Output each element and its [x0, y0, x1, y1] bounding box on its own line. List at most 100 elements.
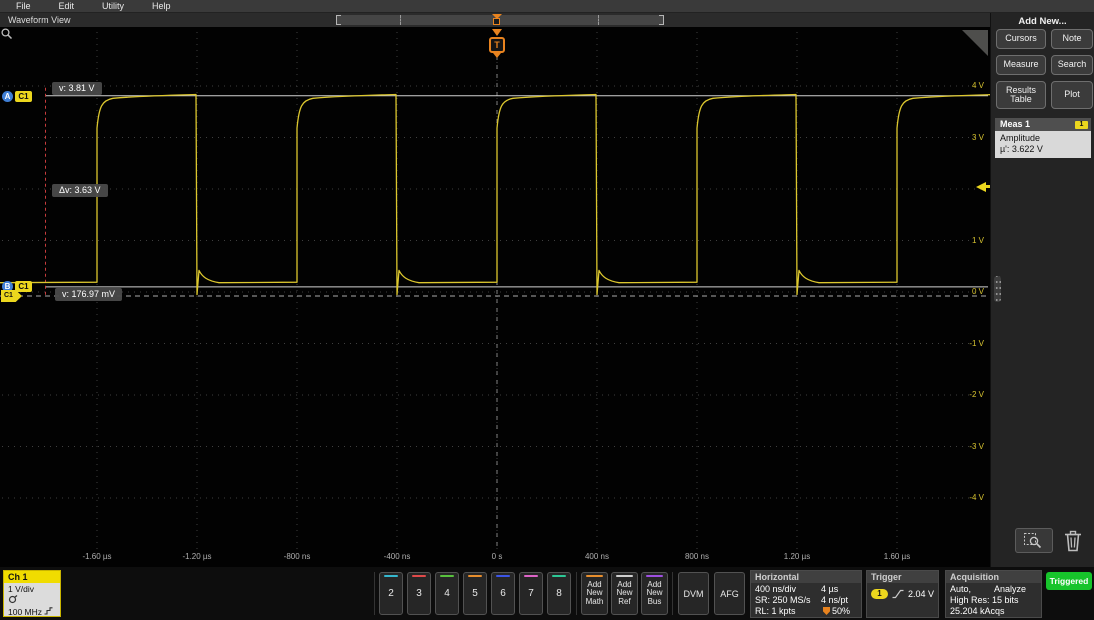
channel-2-button[interactable]: 2 [379, 572, 403, 615]
y-axis-label: -3 V [938, 442, 984, 451]
button-color-stripe [586, 575, 603, 577]
oscilloscope-app: File Edit Utility Help Waveform View T v: 3… [0, 0, 1094, 620]
channel-8-button[interactable]: 8 [547, 572, 571, 615]
meas1-badge[interactable]: Meas 1 1 Amplitude µ': 3.622 V [995, 118, 1091, 158]
ruler-tick-icon [400, 15, 401, 25]
button-color-stripe [646, 575, 663, 577]
horizontal-position: 50% [821, 606, 850, 617]
add-new-measure-button[interactable]: Measure [996, 55, 1046, 75]
bandwidth-limit-icon [44, 607, 53, 615]
acquisition-analyze: Analyze [994, 584, 1026, 595]
add-new-plot-button[interactable]: Plot [1051, 81, 1093, 109]
ruler-trigger-position-marker[interactable] [491, 14, 503, 26]
trigger-panel[interactable]: Trigger 1 2.04 V [866, 570, 939, 618]
add-new-math-button[interactable]: AddNewMath [581, 572, 608, 615]
trigger-title: Trigger [867, 571, 938, 583]
trigger-level: 2.04 V [908, 589, 934, 599]
acquisition-panel[interactable]: Acquisition Auto, Analyze High Res: 15 b… [945, 570, 1042, 618]
panel-resize-handle[interactable] [994, 276, 1001, 302]
channel-7-button[interactable]: 7 [519, 572, 543, 615]
meas1-body: Amplitude µ': 3.622 V [995, 131, 1091, 158]
magnifier-icon [0, 27, 13, 40]
meas1-value: µ': 3.622 V [1000, 144, 1086, 155]
meas1-measurement: Amplitude [1000, 133, 1086, 144]
x-axis-label: 800 ns [667, 552, 727, 561]
horizontal-title: Horizontal [751, 571, 861, 583]
probe-icon [8, 595, 18, 604]
meas1-source-badge: 1 [1075, 121, 1088, 129]
box-zoom-icon [1023, 532, 1045, 549]
trigger-body: 1 2.04 V [867, 589, 938, 599]
trigger-flag-tail-icon [493, 53, 501, 58]
channel1-scale: 1 V/div [8, 584, 60, 595]
waveform-display[interactable]: T v: 3.81 V Δv: 3.63 V v: 176.97 mV A C1… [0, 27, 990, 567]
acquisition-mode: Auto, [950, 584, 971, 594]
button-color-stripe [616, 575, 633, 577]
meas1-title: Meas 1 [1000, 119, 1030, 129]
trigger-flag-arrow-icon [492, 29, 502, 36]
channel-3-button[interactable]: 3 [407, 572, 431, 615]
add-new-bus-button[interactable]: AddNewBus [641, 572, 668, 615]
dvm-button[interactable]: DVM [678, 572, 709, 615]
ruler-right-bracket-icon [659, 15, 664, 25]
add-new-results-table-button[interactable]: Results Table [996, 81, 1046, 109]
menu-item-edit[interactable]: Edit [59, 1, 75, 11]
zoom-corner-grip[interactable] [962, 30, 988, 56]
cursor-a-handle[interactable]: A [2, 91, 13, 102]
y-axis-label: -2 V [938, 390, 984, 399]
horizontal-panel[interactable]: Horizontal 400 ns/div 4 µs SR: 250 MS/s … [750, 570, 862, 618]
cursor-a-readout[interactable]: v: 3.81 V [52, 82, 102, 95]
box-zoom-button[interactable] [1015, 528, 1053, 553]
sample-resolution: 4 ns/pt [821, 595, 848, 606]
x-axis-label: 1.60 µs [867, 552, 927, 561]
horizontal-scale: 400 ns/div [755, 584, 796, 594]
x-axis-label: -400 ns [367, 552, 427, 561]
graticule-svg [0, 27, 990, 567]
channel1-badge[interactable]: Ch 1 1 V/div 100 MHz [3, 570, 61, 617]
record-length: RL: 1 kpts [755, 606, 796, 616]
channel-color-stripe [552, 575, 566, 577]
y-axis-label: -1 V [938, 339, 984, 348]
add-new-ref-button[interactable]: AddNewRef [611, 572, 638, 615]
add-new-cursors-button[interactable]: Cursors [996, 29, 1046, 49]
acquisition-title: Acquisition [946, 571, 1041, 583]
meas1-header: Meas 1 1 [995, 118, 1091, 131]
y-axis-label: 3 V [938, 133, 984, 142]
menu-item-file[interactable]: File [16, 1, 31, 11]
acquisition-highres: High Res: 15 bits [950, 595, 1037, 606]
cursor-a-channel-tag: C1 [15, 91, 32, 102]
add-new-search-button[interactable]: Search [1051, 55, 1093, 75]
side-panel: Add New... CursorsNoteMeasureSearchResul… [990, 13, 1094, 567]
trash-icon [1061, 529, 1085, 553]
channel-color-stripe [468, 575, 482, 577]
cursor-b-readout[interactable]: v: 176.97 mV [55, 288, 122, 301]
footer-bar: Ch 1 1 V/div 100 MHz 2345678 AddNew [0, 567, 1094, 620]
ruler-tick-icon [598, 15, 599, 25]
trigger-position-icon [823, 607, 830, 615]
acquisition-count: 25.204 kAcqs [950, 606, 1037, 617]
pan-zoom-ruler[interactable] [336, 15, 664, 25]
trigger-level-arrow-icon[interactable] [976, 182, 986, 192]
y-axis-label: 1 V [938, 236, 984, 245]
channel-4-button[interactable]: 4 [435, 572, 459, 615]
channel-5-button[interactable]: 5 [463, 572, 487, 615]
menu-item-utility[interactable]: Utility [102, 1, 124, 11]
rising-edge-icon [892, 589, 904, 599]
view-tab-bar: Waveform View [0, 13, 990, 27]
acquisition-body: Auto, Analyze High Res: 15 bits 25.204 k… [946, 583, 1041, 618]
cursor-delta-readout[interactable]: Δv: 3.63 V [52, 184, 108, 197]
channel1-body: 1 V/div 100 MHz [4, 583, 60, 616]
ruler-left-bracket-icon [336, 15, 341, 25]
horizontal-window: 4 µs [821, 584, 838, 595]
menu-bar: File Edit Utility Help [0, 0, 1094, 13]
x-axis-label: -800 ns [267, 552, 327, 561]
channel-6-button[interactable]: 6 [491, 572, 515, 615]
menu-item-help[interactable]: Help [152, 1, 171, 11]
add-new-note-button[interactable]: Note [1051, 29, 1093, 49]
afg-button[interactable]: AFG [714, 572, 745, 615]
tab-waveform-view[interactable]: Waveform View [8, 15, 71, 25]
trash-button[interactable] [1061, 529, 1085, 553]
channel-color-stripe [496, 575, 510, 577]
trigger-status-badge[interactable]: Triggered [1046, 572, 1092, 590]
trigger-position-flag[interactable]: T [489, 37, 505, 53]
